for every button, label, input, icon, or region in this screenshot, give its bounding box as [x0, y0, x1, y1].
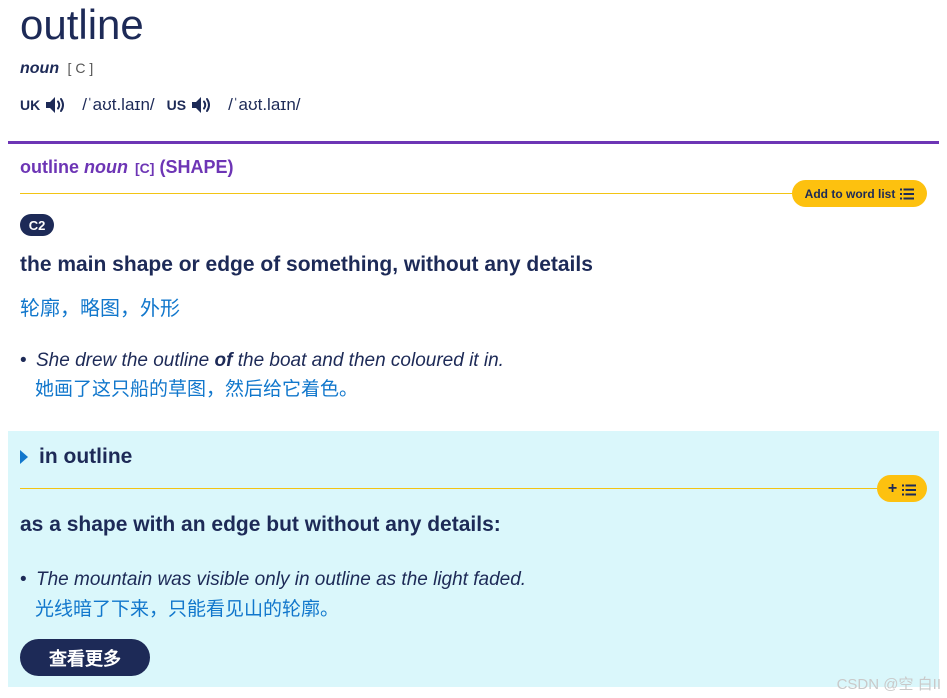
dictionary-page: outline noun [ C ] UK /ˈaʊt.laɪn/ US /ˈa…	[0, 0, 947, 698]
example-text-bold: of	[214, 350, 233, 371]
sense-rule	[20, 193, 810, 194]
section-divider	[8, 141, 939, 144]
idiom-add-label: +	[887, 479, 898, 497]
add-to-word-list-button[interactable]: Add to word list	[792, 180, 927, 207]
sense-header: outline noun [C] (SHAPE)	[20, 156, 233, 179]
part-of-speech: noun	[20, 60, 60, 77]
pronunciation-line: UK /ˈaʊt.laɪn/ US /ˈaʊt.laɪn/	[20, 93, 313, 117]
idiom-title[interactable]: in outline	[20, 444, 132, 470]
bullet: •	[20, 569, 27, 590]
idiom-example-text: The mountain was visible only in outline…	[36, 569, 527, 590]
us-label: US	[166, 97, 187, 113]
sense-example: • She drew the outline of the boat and th…	[20, 348, 504, 374]
sense-guideword: (SHAPE)	[159, 157, 234, 177]
idiom-add-to-word-list-button[interactable]: +	[877, 475, 927, 502]
uk-speaker-icon[interactable]	[44, 94, 68, 116]
uk-label: UK	[20, 97, 41, 113]
add-to-word-list-label: Add to word list	[804, 186, 896, 201]
pos-line: noun [ C ]	[20, 58, 93, 79]
watermark: CSDN @空 白II	[836, 676, 941, 693]
sense-pos: noun	[84, 157, 128, 177]
caret-right-icon[interactable]	[20, 450, 28, 464]
us-speaker-icon[interactable]	[190, 94, 214, 116]
bullet: •	[20, 350, 27, 371]
example-text-after: the boat and then coloured it in.	[232, 350, 504, 371]
sense-definition: the main shape or edge of something, wit…	[20, 253, 593, 276]
cefr-level-badge: C2	[20, 214, 54, 236]
idiom-rule	[20, 488, 880, 489]
idiom-example: • The mountain was visible only in outlin…	[20, 567, 526, 593]
word-list-icon	[902, 483, 917, 495]
uk-ipa: /ˈaʊt.laɪn/	[82, 95, 155, 114]
see-more-button[interactable]: 查看更多	[20, 639, 150, 676]
sense-grammar: [C]	[135, 160, 155, 176]
sense-translation: 轮廓，略图，外形	[20, 298, 180, 320]
word-list-icon	[900, 188, 915, 200]
headword: outline	[20, 1, 144, 48]
sense-headword: outline	[20, 157, 79, 177]
sense-example-translation: 她画了这只船的草图，然后给它着色。	[35, 379, 359, 400]
idiom-definition: as a shape with an edge but without any …	[20, 513, 501, 536]
grammar-code: [ C ]	[67, 60, 94, 76]
us-ipa: /ˈaʊt.laɪn/	[228, 95, 301, 114]
example-text-before: She drew the outline	[36, 350, 215, 371]
idiom-example-translation: 光线暗了下来，只能看见山的轮廓。	[35, 599, 340, 620]
idiom-phrase: in outline	[39, 445, 133, 468]
